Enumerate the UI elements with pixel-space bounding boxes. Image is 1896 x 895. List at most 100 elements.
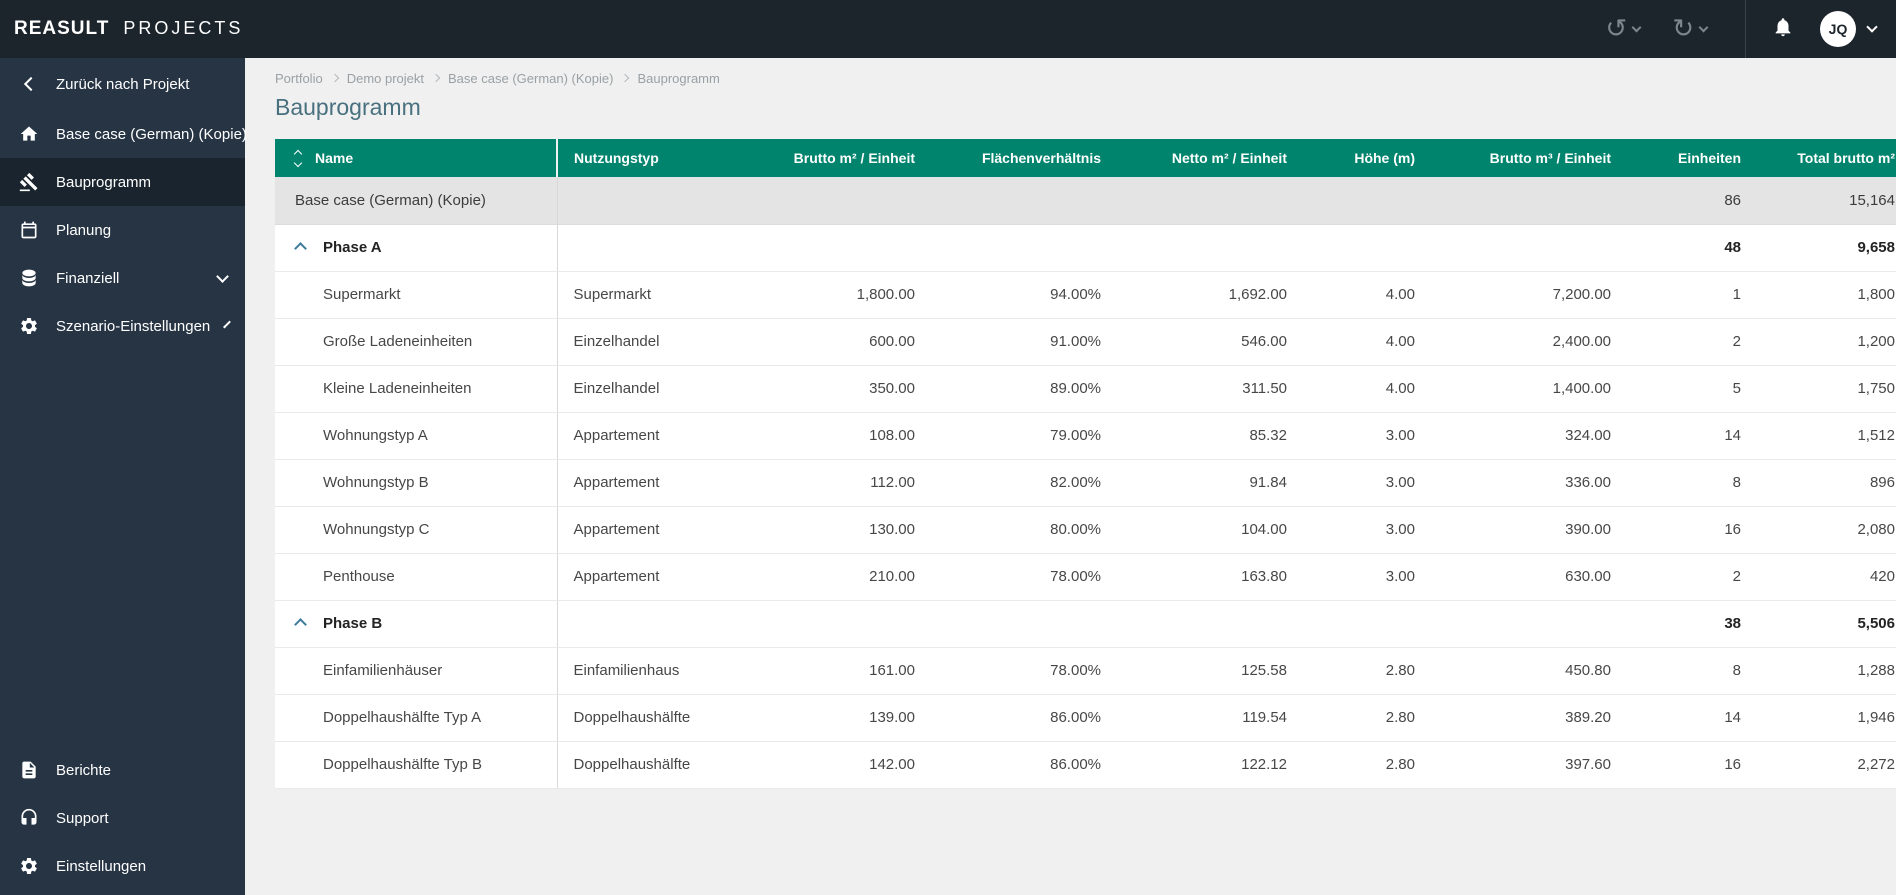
- table-row[interactable]: Kleine Ladeneinheiten Einzelhandel 350.0…: [275, 365, 1896, 413]
- table-row[interactable]: Wohnungstyp A Appartement 108.00 79.00% …: [275, 412, 1896, 460]
- row-area-ratio: 79.00%: [931, 412, 1117, 460]
- user-menu-chevron-icon[interactable]: [1866, 21, 1878, 33]
- sort-icon[interactable]: [293, 149, 303, 167]
- row-name: Phase A: [323, 239, 382, 256]
- column-header-name[interactable]: Name: [275, 139, 558, 177]
- row-units: 2: [1627, 553, 1757, 601]
- row-area-ratio: 78.00%: [931, 553, 1117, 601]
- breadcrumb-chevron-icon: [431, 73, 441, 83]
- back-to-project-button[interactable]: Zurück nach Projekt: [0, 58, 245, 110]
- column-header-netto-m2[interactable]: Netto m² / Einheit: [1117, 139, 1303, 177]
- row-net-m2-per-unit: 119.54: [1117, 694, 1303, 742]
- sidebar-item-planung[interactable]: Planung: [0, 206, 245, 254]
- table-row[interactable]: Supermarkt Supermarkt 1,800.00 94.00% 1,…: [275, 271, 1896, 319]
- sidebar-item-label: Finanziell: [56, 269, 120, 287]
- column-header-flaechenverhaeltnis[interactable]: Flächenverhältnis: [931, 139, 1117, 177]
- row-height: 4.00: [1303, 271, 1431, 319]
- sidebar-item-label: Einstellungen: [56, 857, 147, 875]
- row-total-gross-m2: 896: [1757, 459, 1896, 507]
- row-usage-type: [557, 600, 745, 648]
- table-row[interactable]: Einfamilienhäuser Einfamilienhaus 161.00…: [275, 647, 1896, 695]
- table-row[interactable]: Phase B 38 5,506: [275, 600, 1896, 648]
- collapse-chevron-icon[interactable]: [295, 241, 306, 252]
- row-name-cell: Supermarkt: [275, 271, 558, 319]
- row-units: 14: [1627, 694, 1757, 742]
- undo-dropdown-chevron-icon[interactable]: [1631, 22, 1642, 32]
- row-gross-m2-per-unit: [745, 224, 931, 272]
- calendar-icon: [18, 220, 40, 240]
- collapse-chevron-icon[interactable]: [295, 617, 306, 628]
- sidebar-item-bauprogramm[interactable]: Bauprogramm: [0, 158, 245, 206]
- row-name: Base case (German) (Kopie): [295, 191, 486, 209]
- bell-icon: [1772, 16, 1794, 43]
- sidebar-item-finanziell[interactable]: Finanziell: [0, 254, 245, 302]
- row-total-gross-m2: 1,288: [1757, 647, 1896, 695]
- column-header-brutto-m2[interactable]: Brutto m² / Einheit: [745, 139, 931, 177]
- column-header-brutto-m3[interactable]: Brutto m³ / Einheit: [1431, 139, 1627, 177]
- sidebar-item-label: Berichte: [56, 761, 112, 779]
- row-usage-type: Einfamilienhaus: [557, 647, 745, 695]
- row-gross-m3-per-unit: 1,400.00: [1431, 365, 1627, 413]
- table-row[interactable]: Base case (German) (Kopie) 86 15,164: [275, 177, 1896, 225]
- breadcrumb-item[interactable]: Portfolio: [275, 71, 323, 86]
- chevron-down-icon[interactable]: [216, 269, 229, 283]
- row-height: 4.00: [1303, 318, 1431, 366]
- row-gross-m2-per-unit: 139.00: [745, 694, 931, 742]
- column-header-total-brutto[interactable]: Total brutto m²: [1757, 139, 1896, 177]
- row-net-m2-per-unit: 122.12: [1117, 741, 1303, 789]
- row-height: [1303, 600, 1431, 648]
- sidebar-item-einstellungen[interactable]: Einstellungen: [0, 842, 245, 890]
- row-units: 86: [1627, 177, 1757, 225]
- row-usage-type: [557, 224, 745, 272]
- row-total-gross-m2: 1,750: [1757, 365, 1896, 413]
- bauprogramm-table: Name Nutzungstyp Brutto m² / Einheit Flä…: [275, 139, 1896, 789]
- app-logo[interactable]: REASULT PROJECTS: [12, 18, 243, 40]
- table-row[interactable]: Penthouse Appartement 210.00 78.00% 163.…: [275, 553, 1896, 601]
- sidebar-item-support[interactable]: Support: [0, 794, 245, 842]
- row-gross-m2-per-unit: 108.00: [745, 412, 931, 460]
- avatar[interactable]: JQ: [1820, 11, 1856, 47]
- row-net-m2-per-unit: [1117, 224, 1303, 272]
- column-header-einheiten[interactable]: Einheiten: [1627, 139, 1757, 177]
- notifications-button[interactable]: [1772, 16, 1794, 43]
- table-row[interactable]: Phase A 48 9,658: [275, 224, 1896, 272]
- row-total-gross-m2: 2,080: [1757, 506, 1896, 554]
- user-menu[interactable]: JQ: [1820, 11, 1878, 47]
- sidebar-item-label: Szenario-Einstellungen: [56, 317, 211, 335]
- table-row[interactable]: Doppelhaushälfte Typ B Doppelhaushälfte …: [275, 741, 1896, 789]
- row-usage-type: Supermarkt: [557, 271, 745, 319]
- topbar-actions: ↺ ↻ JQ: [1589, 0, 1878, 58]
- row-area-ratio: 94.00%: [931, 271, 1117, 319]
- column-header-nutzungstyp[interactable]: Nutzungstyp: [557, 139, 745, 177]
- row-units: 5: [1627, 365, 1757, 413]
- row-net-m2-per-unit: 546.00: [1117, 318, 1303, 366]
- row-gross-m3-per-unit: 336.00: [1431, 459, 1627, 507]
- redo-dropdown-chevron-icon[interactable]: [1698, 22, 1709, 32]
- row-height: [1303, 224, 1431, 272]
- sidebar-item-szenario-einstellungen[interactable]: Szenario-Einstellungen: [0, 302, 245, 350]
- table-row[interactable]: Wohnungstyp C Appartement 130.00 80.00% …: [275, 506, 1896, 554]
- topbar-divider: [1745, 0, 1746, 58]
- column-header-hoehe[interactable]: Höhe (m): [1303, 139, 1431, 177]
- row-units: 14: [1627, 412, 1757, 460]
- breadcrumb-item[interactable]: Bauprogramm: [637, 71, 719, 86]
- row-total-gross-m2: 1,800: [1757, 271, 1896, 319]
- row-height: 4.00: [1303, 365, 1431, 413]
- undo-button[interactable]: ↺: [1605, 16, 1642, 42]
- table-row[interactable]: Große Ladeneinheiten Einzelhandel 600.00…: [275, 318, 1896, 366]
- table-row[interactable]: Doppelhaushälfte Typ A Doppelhaushälfte …: [275, 694, 1896, 742]
- table-row[interactable]: Wohnungstyp B Appartement 112.00 82.00% …: [275, 459, 1896, 507]
- breadcrumb-item[interactable]: Base case (German) (Kopie): [448, 71, 613, 86]
- row-name: Einfamilienhäuser: [323, 662, 443, 679]
- sidebar-item-base-case[interactable]: Base case (German) (Kopie): [0, 110, 247, 158]
- breadcrumb: Portfolio Demo projekt Base case (German…: [275, 70, 1896, 86]
- row-gross-m2-per-unit: 210.00: [745, 553, 931, 601]
- row-net-m2-per-unit: 91.84: [1117, 459, 1303, 507]
- sidebar-item-berichte[interactable]: Berichte: [0, 746, 245, 794]
- row-total-gross-m2: 9,658: [1757, 224, 1896, 272]
- table-body: Base case (German) (Kopie) 86 15,164 Pha…: [275, 177, 1896, 789]
- chevron-down-icon[interactable]: [223, 320, 232, 328]
- redo-button[interactable]: ↻: [1672, 16, 1709, 42]
- breadcrumb-item[interactable]: Demo projekt: [347, 71, 424, 86]
- row-height: 3.00: [1303, 506, 1431, 554]
